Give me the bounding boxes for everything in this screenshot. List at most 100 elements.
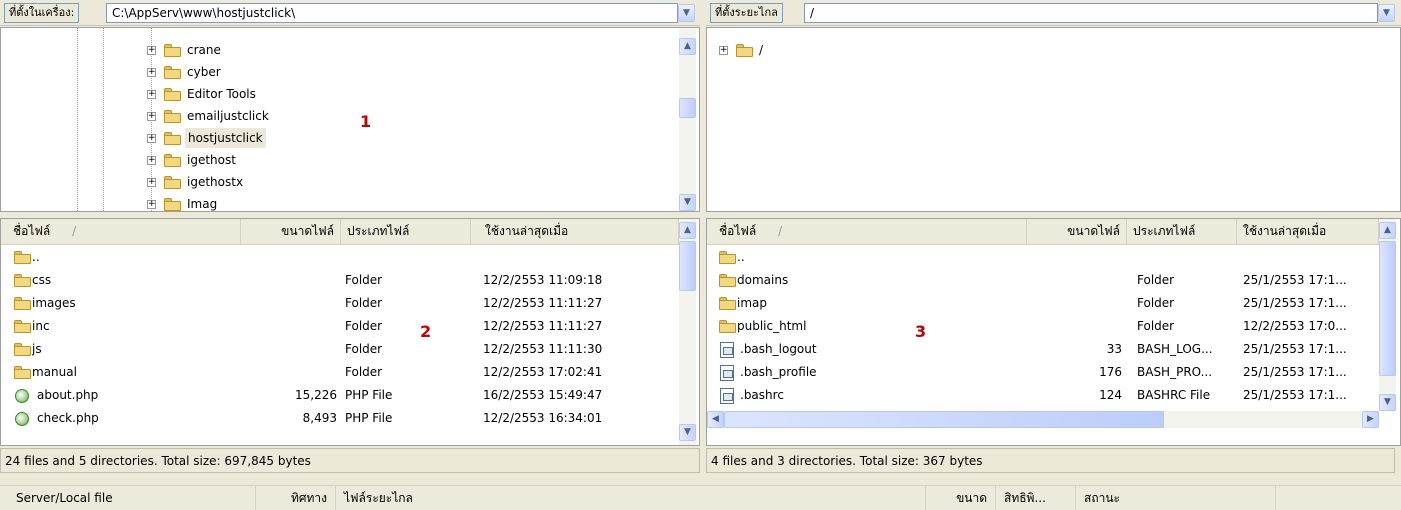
file-type: Folder xyxy=(345,273,383,287)
folder-icon xyxy=(14,297,32,310)
folder-icon xyxy=(14,251,32,264)
tree-item-editor-tools[interactable]: + Editor Tools xyxy=(147,84,347,104)
expand-icon[interactable]: + xyxy=(147,178,156,187)
expand-icon[interactable]: + xyxy=(719,46,728,55)
file-row[interactable]: .bash_profile 176 BASH_PRO... 25/1/2553 … xyxy=(707,361,1379,384)
file-row[interactable]: imap Folder 25/1/2553 17:1... xyxy=(707,292,1379,315)
column-header-size[interactable]: ขนาดไฟล์ xyxy=(241,219,341,244)
column-header-type[interactable]: ประเภทไฟล์ xyxy=(1127,219,1237,244)
tree-item-label: igethostx xyxy=(187,175,244,189)
tree-item-cyber[interactable]: + cyber xyxy=(147,62,347,82)
file-name: .bashrc xyxy=(740,388,784,402)
file-type: PHP File xyxy=(345,411,393,425)
tree-item-igethost[interactable]: + igethost xyxy=(147,150,347,170)
local-file-list: ชื่อไฟล์ / ขนาดไฟล์ ประเภทไฟล์ ใช้งานล่า… xyxy=(0,218,700,446)
scroll-right-icon[interactable]: ▶ xyxy=(1362,411,1379,428)
scrollbar-thumb[interactable] xyxy=(1379,241,1396,376)
scroll-left-icon[interactable]: ◀ xyxy=(707,411,724,428)
column-header-type[interactable]: ประเภทไฟล์ xyxy=(341,219,471,244)
file-row[interactable]: manual Folder 12/2/2553 17:02:41 xyxy=(1,361,679,384)
scrollbar-thumb[interactable] xyxy=(679,241,696,291)
file-row[interactable]: about.php 15,226 PHP File 16/2/2553 15:4… xyxy=(1,384,679,407)
folder-icon xyxy=(164,132,182,145)
local-address-label: ที่ตั้งในเครื่อง: xyxy=(4,3,80,23)
file-row[interactable]: public_html Folder 12/2/2553 17:0... xyxy=(707,315,1379,338)
scroll-up-icon[interactable]: ▲ xyxy=(1379,222,1396,239)
transfer-queue-header: Server/Local file ทิศทาง ไฟล์ระยะไกล ขนา… xyxy=(0,485,1401,510)
scroll-up-icon[interactable]: ▲ xyxy=(679,222,696,239)
expand-icon[interactable]: + xyxy=(147,134,156,143)
file-row[interactable]: .. xyxy=(707,246,1379,269)
expand-icon[interactable]: + xyxy=(147,200,156,209)
file-name: about.php xyxy=(37,388,99,402)
file-row[interactable]: .. xyxy=(1,246,679,269)
file-type: BASHRC File xyxy=(1137,388,1211,402)
queue-column-remote-file[interactable]: ไฟล์ระยะไกล xyxy=(336,486,926,510)
local-directory-tree: + crane + cyber + Editor Tools + emailju… xyxy=(0,27,700,212)
remote-file-list-scrollbar[interactable]: ▲ ▼ xyxy=(1379,219,1396,411)
scrollbar-thumb[interactable] xyxy=(724,411,1164,428)
remote-path-input[interactable]: / xyxy=(804,3,1378,23)
queue-column-server-local[interactable]: Server/Local file xyxy=(0,486,256,510)
file-type: Folder xyxy=(1137,273,1175,287)
folder-icon xyxy=(719,297,737,310)
scroll-up-icon[interactable]: ▲ xyxy=(679,38,696,55)
scroll-down-icon[interactable]: ▼ xyxy=(679,424,696,441)
remote-file-list-horizontal-scrollbar[interactable]: ◀ ▶ xyxy=(707,411,1379,428)
file-modified: 12/2/2553 11:11:27 xyxy=(483,319,603,333)
tree-item-root[interactable]: + / xyxy=(719,40,819,60)
folder-icon xyxy=(719,320,737,333)
expand-icon[interactable]: + xyxy=(147,112,156,121)
scroll-down-icon[interactable]: ▼ xyxy=(1379,394,1396,411)
tree-guide-line xyxy=(77,28,78,211)
queue-column-size[interactable]: ขนาด xyxy=(926,486,996,510)
expand-icon[interactable]: + xyxy=(147,46,156,55)
file-modified: 25/1/2553 17:1... xyxy=(1243,296,1347,310)
tree-item-crane[interactable]: + crane xyxy=(147,40,347,60)
tree-item-igethostx[interactable]: + igethostx xyxy=(147,172,347,192)
local-path-input[interactable]: C:\AppServ\www\hostjustclick\ xyxy=(106,3,678,23)
scroll-down-icon[interactable]: ▼ xyxy=(679,194,696,211)
queue-column-direction[interactable]: ทิศทาง xyxy=(256,486,336,510)
file-modified: 16/2/2553 15:49:47 xyxy=(483,388,603,402)
file-row[interactable]: domains Folder 25/1/2553 17:1... xyxy=(707,269,1379,292)
column-header-modified[interactable]: ใช้งานล่าสุดเมื่อ xyxy=(1237,219,1379,244)
file-row[interactable]: check.php 8,493 PHP File 12/2/2553 16:34… xyxy=(1,407,679,430)
file-modified: 12/2/2553 17:0... xyxy=(1243,319,1347,333)
tree-item-emailjustclick[interactable]: + emailjustclick xyxy=(147,106,347,126)
local-tree-scrollbar[interactable]: ▲ ▼ xyxy=(679,28,696,211)
folder-icon xyxy=(14,274,32,287)
expand-icon[interactable]: + xyxy=(147,68,156,77)
remote-status-bar: 4 files and 3 directories. Total size: 3… xyxy=(706,448,1395,473)
column-header-filename[interactable]: ชื่อไฟล์ / xyxy=(707,219,1027,244)
queue-column-status[interactable]: สถานะ xyxy=(1076,486,1276,510)
file-row[interactable]: .bashrc 124 BASHRC File 25/1/2553 17:1..… xyxy=(707,384,1379,407)
column-header-size[interactable]: ขนาดไฟล์ xyxy=(1027,219,1127,244)
column-label: ชื่อไฟล์ xyxy=(13,224,51,238)
file-row[interactable]: css Folder 12/2/2553 11:09:18 xyxy=(1,269,679,292)
file-modified: 12/2/2553 16:34:01 xyxy=(483,411,603,425)
file-row[interactable]: inc Folder 12/2/2553 11:11:27 xyxy=(1,315,679,338)
file-modified: 12/2/2553 11:11:27 xyxy=(483,296,603,310)
column-header-modified[interactable]: ใช้งานล่าสุดเมื่อ xyxy=(471,219,679,244)
file-row[interactable]: js Folder 12/2/2553 11:11:30 xyxy=(1,338,679,361)
tree-item-imag[interactable]: + Imag xyxy=(147,194,347,211)
column-header-filename[interactable]: ชื่อไฟล์ / xyxy=(1,219,241,244)
file-modified: 12/2/2553 11:09:18 xyxy=(483,273,603,287)
file-name: manual xyxy=(32,365,77,379)
remote-path-dropdown-button[interactable]: ▼ xyxy=(1378,4,1395,22)
php-file-icon xyxy=(15,412,29,426)
annotation-marker-3: 3 xyxy=(915,322,927,341)
expand-icon[interactable]: + xyxy=(147,156,156,165)
tree-item-hostjustclick[interactable]: + hostjustclick xyxy=(147,128,347,148)
file-row[interactable]: images Folder 12/2/2553 11:11:27 xyxy=(1,292,679,315)
document-icon xyxy=(720,388,734,404)
sort-indicator-icon: / xyxy=(778,224,783,238)
file-type: Folder xyxy=(345,319,383,333)
expand-icon[interactable]: + xyxy=(147,90,156,99)
scrollbar-thumb[interactable] xyxy=(679,98,696,118)
local-path-dropdown-button[interactable]: ▼ xyxy=(678,4,695,22)
queue-column-priority[interactable]: สิทธิพิ... xyxy=(996,486,1076,510)
local-file-list-scrollbar[interactable]: ▲ ▼ xyxy=(679,219,696,445)
file-row[interactable]: .bash_logout 33 BASH_LOG... 25/1/2553 17… xyxy=(707,338,1379,361)
